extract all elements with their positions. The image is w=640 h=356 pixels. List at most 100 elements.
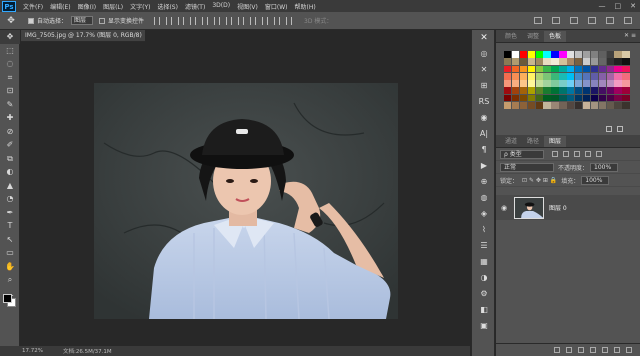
color-swatch[interactable] bbox=[504, 101, 512, 109]
panel-tab[interactable]: 路径 bbox=[522, 136, 544, 147]
color-swatch[interactable] bbox=[575, 101, 583, 109]
color-swatch[interactable] bbox=[598, 65, 606, 73]
zoom-level[interactable]: 17.72% bbox=[22, 348, 43, 354]
color-swatch[interactable] bbox=[543, 65, 551, 73]
3d-rotate-icon[interactable] bbox=[534, 17, 542, 24]
info-icon[interactable]: ☰ bbox=[472, 238, 496, 254]
color-swatch[interactable] bbox=[511, 80, 520, 87]
color-swatch[interactable] bbox=[504, 58, 512, 65]
3d-scale-icon[interactable] bbox=[606, 17, 614, 24]
color-swatch[interactable] bbox=[527, 80, 535, 87]
tool-button-icon[interactable]: ✒ bbox=[0, 206, 20, 220]
tool-button-icon[interactable]: ✋ bbox=[0, 260, 20, 274]
c-plugin-icon[interactable]: ◉ bbox=[472, 110, 496, 126]
color-icon[interactable]: ◑ bbox=[472, 270, 496, 286]
maximize-button[interactable]: □ bbox=[615, 2, 622, 10]
color-swatch[interactable] bbox=[519, 58, 528, 65]
color-swatch[interactable] bbox=[614, 94, 622, 102]
3d-pan-icon[interactable] bbox=[570, 17, 578, 24]
color-swatch[interactable] bbox=[575, 65, 583, 73]
distribute-vcenter-icon[interactable] bbox=[238, 16, 245, 25]
color-swatch[interactable] bbox=[527, 94, 535, 102]
link-layers-icon[interactable] bbox=[554, 347, 560, 353]
color-swatch[interactable] bbox=[622, 94, 630, 102]
filter-pixel-icon[interactable] bbox=[552, 151, 558, 157]
color-swatch[interactable] bbox=[543, 87, 551, 95]
color-swatch[interactable] bbox=[527, 101, 535, 109]
color-swatch[interactable] bbox=[622, 101, 630, 109]
color-swatch[interactable] bbox=[567, 51, 575, 58]
tool-button-icon[interactable]: ✐ bbox=[0, 138, 20, 152]
menu-item[interactable]: 帮助(H) bbox=[295, 2, 316, 11]
tool-button-icon[interactable]: ⬚ bbox=[0, 44, 20, 58]
clone-icon[interactable]: ▣ bbox=[472, 318, 496, 334]
color-swatch[interactable] bbox=[504, 65, 512, 73]
color-swatch[interactable] bbox=[567, 58, 575, 65]
color-swatch[interactable] bbox=[511, 72, 520, 80]
tool-button-icon[interactable]: ⧉ bbox=[0, 152, 20, 166]
color-swatch[interactable] bbox=[519, 51, 528, 58]
color-swatch[interactable] bbox=[511, 87, 520, 95]
fill-input[interactable]: 100% bbox=[581, 175, 610, 185]
close-window-button[interactable]: ✕ bbox=[630, 2, 636, 10]
tool-button-icon[interactable]: ▭ bbox=[0, 246, 20, 260]
tool-button-icon[interactable]: ✎ bbox=[0, 98, 20, 112]
color-swatch[interactable] bbox=[606, 65, 614, 73]
panel-tab[interactable]: 通道 bbox=[500, 136, 522, 147]
color-swatch[interactable] bbox=[567, 87, 575, 95]
color-swatch[interactable] bbox=[622, 80, 630, 87]
color-swatch[interactable] bbox=[567, 101, 575, 109]
menu-item[interactable]: 文件(F) bbox=[23, 2, 43, 11]
document-image[interactable] bbox=[94, 83, 398, 319]
color-swatch[interactable] bbox=[582, 80, 591, 87]
color-swatch[interactable] bbox=[543, 80, 551, 87]
color-swatch[interactable] bbox=[614, 72, 622, 80]
color-swatch[interactable] bbox=[504, 94, 512, 102]
auto-select-checkbox[interactable] bbox=[28, 17, 34, 24]
color-swatch[interactable] bbox=[567, 65, 575, 73]
align-hcenter-icon[interactable] bbox=[202, 16, 209, 25]
color-swatch[interactable] bbox=[559, 94, 567, 102]
color-swatch[interactable] bbox=[535, 65, 543, 73]
opacity-input[interactable]: 100% bbox=[590, 162, 619, 172]
color-swatch[interactable] bbox=[551, 101, 559, 109]
color-swatch[interactable] bbox=[527, 87, 535, 95]
color-swatch[interactable] bbox=[559, 51, 567, 58]
color-swatch[interactable] bbox=[559, 80, 567, 87]
color-swatch[interactable] bbox=[519, 80, 528, 87]
color-swatch[interactable] bbox=[622, 87, 630, 95]
adjustment-layer-icon[interactable] bbox=[590, 347, 596, 353]
color-swatch[interactable] bbox=[543, 101, 551, 109]
filter-shape-icon[interactable] bbox=[585, 151, 591, 157]
channels-icon[interactable]: ◈ bbox=[472, 206, 496, 222]
menu-item[interactable]: 图像(I) bbox=[78, 2, 96, 11]
tool-button-icon[interactable]: ↖ bbox=[0, 233, 20, 247]
color-swatch[interactable] bbox=[551, 72, 559, 80]
settings-icon[interactable]: ⚙ bbox=[472, 286, 496, 302]
navigator-icon[interactable]: ▦ bbox=[472, 254, 496, 270]
color-swatch[interactable] bbox=[622, 72, 630, 80]
properties-icon[interactable]: ⊞ bbox=[472, 78, 496, 94]
close-icon[interactable]: ✕ bbox=[472, 30, 496, 46]
delete-swatch-icon[interactable] bbox=[617, 126, 623, 132]
actions-icon[interactable]: ▶ bbox=[472, 158, 496, 174]
new-layer-icon[interactable] bbox=[614, 347, 620, 353]
delete-layer-icon[interactable] bbox=[626, 347, 632, 353]
distribute-bottom-icon[interactable] bbox=[250, 16, 257, 25]
color-swatch[interactable] bbox=[614, 87, 622, 95]
minimize-button[interactable]: — bbox=[599, 2, 606, 10]
color-swatch[interactable] bbox=[511, 65, 520, 73]
color-swatch[interactable] bbox=[606, 80, 614, 87]
menu-item[interactable]: 滤镜(T) bbox=[185, 2, 205, 11]
align-left-icon[interactable] bbox=[190, 16, 197, 25]
move-tool-preset-icon[interactable]: ✥ bbox=[0, 16, 22, 26]
color-swatch[interactable] bbox=[575, 51, 583, 58]
tool-button-icon[interactable]: ⌕ bbox=[0, 273, 20, 287]
color-swatch[interactable] bbox=[519, 65, 528, 73]
3d-roll-icon[interactable] bbox=[552, 17, 560, 24]
tool-button-icon[interactable]: ✚ bbox=[0, 111, 20, 125]
color-swatch[interactable] bbox=[582, 87, 591, 95]
layer-row[interactable]: ◉ 图层 0 bbox=[496, 195, 640, 220]
color-swatch[interactable] bbox=[551, 65, 559, 73]
color-swatch[interactable] bbox=[575, 87, 583, 95]
